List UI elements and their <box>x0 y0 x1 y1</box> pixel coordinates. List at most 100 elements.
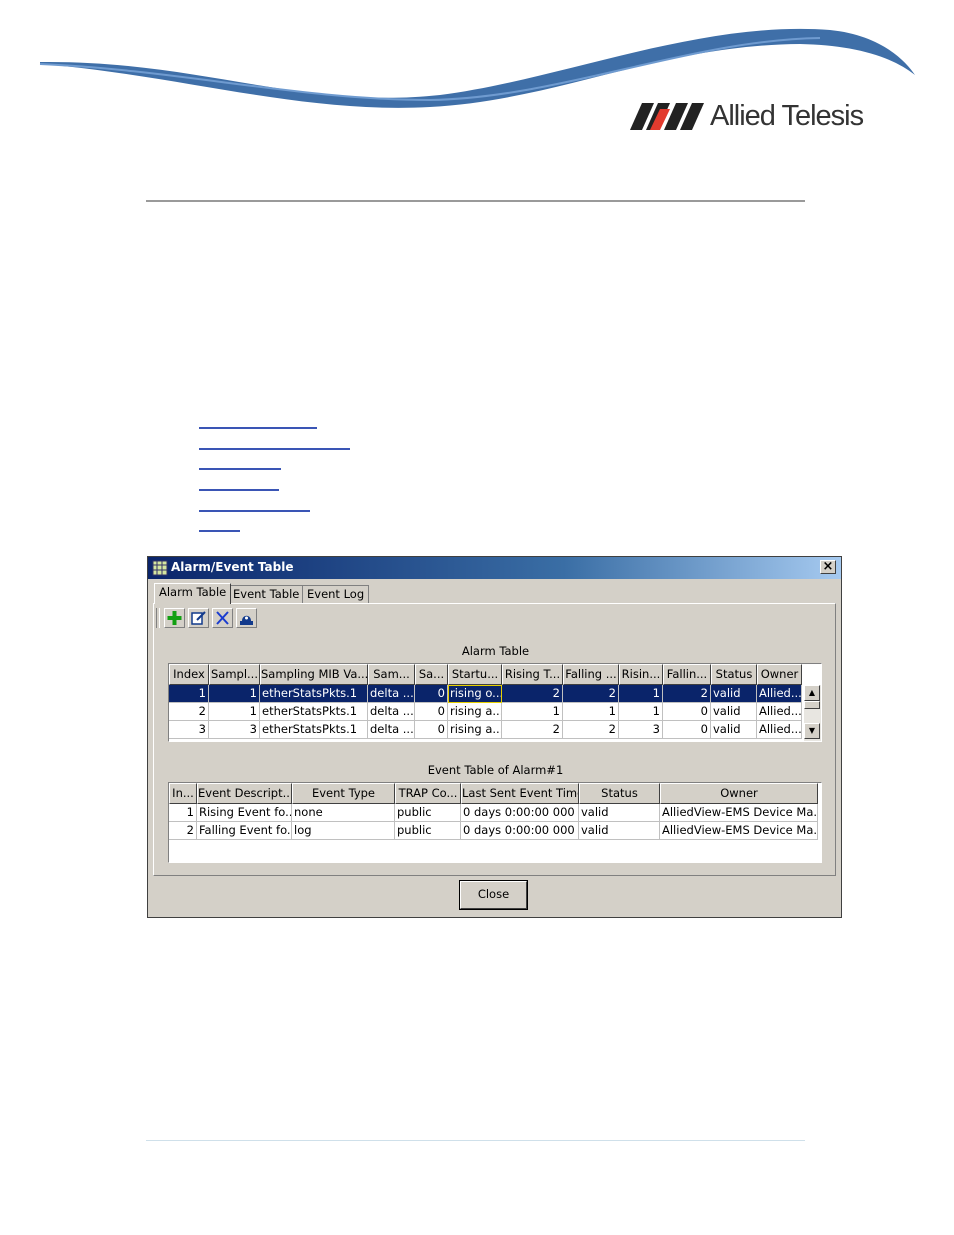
table-cell[interactable]: delta ... <box>368 721 415 739</box>
table-cell[interactable]: AlliedView-EMS Device Ma... <box>660 822 818 840</box>
table-cell[interactable]: 3 <box>169 721 209 739</box>
toc-link-3[interactable] <box>199 468 281 470</box>
close-button[interactable]: Close <box>459 880 528 910</box>
table-cell[interactable]: Falling Event fo... <box>197 822 292 840</box>
column-header[interactable]: Status <box>711 664 757 685</box>
column-header[interactable]: Owner <box>660 783 818 804</box>
table-cell[interactable]: Allied... <box>757 685 802 703</box>
table-cell[interactable]: 0 <box>663 703 711 721</box>
alarm-table-caption: Alarm Table <box>461 644 530 658</box>
dialog-title: Alarm/Event Table <box>171 560 294 574</box>
table-cell[interactable]: 0 <box>415 721 448 739</box>
table-cell[interactable]: 1 <box>169 804 197 822</box>
column-header[interactable]: Sa... <box>415 664 448 685</box>
table-cell[interactable]: 2 <box>663 685 711 703</box>
title-bar[interactable]: Alarm/Event Table × <box>148 557 841 579</box>
column-header[interactable]: Risin... <box>619 664 663 685</box>
alarm-event-dialog: Alarm/Event Table × Alarm Table Event Ta… <box>147 556 842 918</box>
column-header[interactable]: Owner <box>757 664 802 685</box>
vertical-scrollbar[interactable]: ▲ ▼ <box>804 685 821 741</box>
table-cell[interactable]: 2 <box>169 703 209 721</box>
table-cell[interactable]: log <box>292 822 395 840</box>
column-header[interactable]: Sampl... <box>209 664 260 685</box>
tab-event-table[interactable]: Event Table <box>228 585 305 603</box>
tab-alarm-table[interactable]: Alarm Table <box>154 583 232 604</box>
toc-link-6[interactable] <box>199 530 240 532</box>
table-cell[interactable]: 0 days 0:00:00 000 <box>461 822 579 840</box>
table-cell[interactable]: 0 <box>415 685 448 703</box>
table-cell[interactable]: etherStatsPkts.1 <box>260 685 368 703</box>
table-cell[interactable]: Rising Event fo... <box>197 804 292 822</box>
table-cell[interactable]: 3 <box>209 721 260 739</box>
table-cell[interactable]: delta ... <box>368 685 415 703</box>
table-cell[interactable]: valid <box>711 721 757 739</box>
event-table: In... Event Descript... Event Type TRAP Co.… <box>168 782 822 863</box>
scroll-thumb[interactable] <box>804 701 820 709</box>
table-cell[interactable]: etherStatsPkts.1 <box>260 721 368 739</box>
column-header[interactable]: In... <box>169 783 197 804</box>
brand-name: Allied Telesis <box>710 100 864 132</box>
scroll-down-icon[interactable]: ▼ <box>804 723 820 739</box>
close-icon[interactable]: × <box>820 560 836 574</box>
table-cell[interactable]: valid <box>579 822 660 840</box>
column-header[interactable]: Rising T... <box>502 664 563 685</box>
table-cell[interactable]: delta ... <box>368 703 415 721</box>
table-cell[interactable]: 1 <box>502 703 563 721</box>
toc-link-2[interactable] <box>199 448 350 450</box>
footer-rule <box>146 1140 805 1141</box>
column-header[interactable]: Index <box>169 664 209 685</box>
table-cell[interactable]: Allied... <box>757 721 802 739</box>
table-cell[interactable]: 3 <box>619 721 663 739</box>
table-cell[interactable]: 1 <box>169 685 209 703</box>
table-cell[interactable]: valid <box>579 804 660 822</box>
table-cell[interactable]: etherStatsPkts.1 <box>260 703 368 721</box>
toc-link-5[interactable] <box>199 510 310 512</box>
table-cell[interactable]: 2 <box>502 721 563 739</box>
table-cell[interactable]: valid <box>711 703 757 721</box>
table-cell[interactable]: AlliedView-EMS Device Ma... <box>660 804 818 822</box>
table-cell[interactable]: rising o... <box>448 685 502 703</box>
event-table-caption: Event Table of Alarm#1 <box>427 763 564 777</box>
table-cell[interactable]: 0 <box>663 721 711 739</box>
table-cell[interactable]: 1 <box>619 703 663 721</box>
table-cell[interactable]: 0 <box>415 703 448 721</box>
column-header[interactable]: Status <box>579 783 660 804</box>
toc-link-1[interactable] <box>199 427 317 429</box>
table-cell[interactable]: rising a... <box>448 721 502 739</box>
alarm-button[interactable] <box>236 608 257 628</box>
delete-icon <box>216 611 229 625</box>
table-cell[interactable]: 0 days 0:00:00 000 <box>461 804 579 822</box>
delete-button[interactable] <box>212 608 233 628</box>
column-header[interactable]: Event Descript... <box>197 783 292 804</box>
toc-link-4[interactable] <box>199 489 279 491</box>
table-cell[interactable]: 2 <box>563 685 619 703</box>
table-cell[interactable]: 1 <box>619 685 663 703</box>
add-button[interactable] <box>164 608 185 628</box>
table-cell[interactable]: Allied... <box>757 703 802 721</box>
edit-button[interactable] <box>188 608 209 628</box>
toolbar-separator <box>156 608 160 628</box>
column-header[interactable]: TRAP Co... <box>395 783 461 804</box>
header-rule <box>146 200 805 202</box>
scroll-up-icon[interactable]: ▲ <box>804 685 820 701</box>
table-cell[interactable]: rising a... <box>448 703 502 721</box>
column-header[interactable]: Sampling MIB Va... <box>260 664 368 685</box>
table-cell[interactable]: 2 <box>169 822 197 840</box>
table-cell[interactable]: 2 <box>563 721 619 739</box>
column-header[interactable]: Startu... <box>448 664 502 685</box>
column-header[interactable]: Fallin... <box>663 664 711 685</box>
table-cell[interactable]: 1 <box>209 703 260 721</box>
table-cell[interactable]: public <box>395 822 461 840</box>
column-header[interactable]: Last Sent Event Time <box>461 783 579 804</box>
table-cell[interactable]: none <box>292 804 395 822</box>
table-cell[interactable]: valid <box>711 685 757 703</box>
allied-telesis-logo-icon <box>630 102 704 130</box>
table-cell[interactable]: 1 <box>209 685 260 703</box>
table-cell[interactable]: 2 <box>502 685 563 703</box>
column-header[interactable]: Falling ... <box>563 664 619 685</box>
column-header[interactable]: Sam... <box>368 664 415 685</box>
tab-event-log[interactable]: Event Log <box>302 585 370 603</box>
table-cell[interactable]: 1 <box>563 703 619 721</box>
table-cell[interactable]: public <box>395 804 461 822</box>
column-header[interactable]: Event Type <box>292 783 395 804</box>
